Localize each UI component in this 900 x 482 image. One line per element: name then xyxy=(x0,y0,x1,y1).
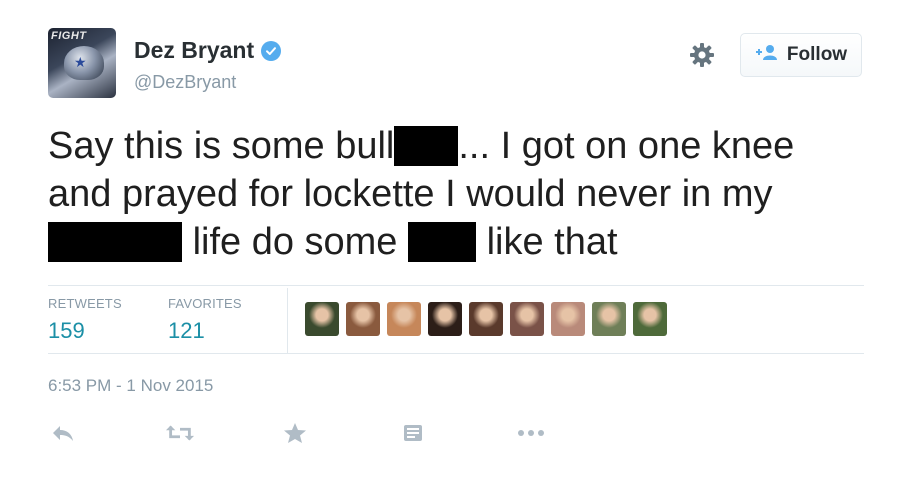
follow-button[interactable]: Follow xyxy=(740,33,862,77)
divider xyxy=(48,285,864,286)
stats-separator xyxy=(287,288,288,353)
favoriter-avatar[interactable] xyxy=(551,302,585,336)
favoriter-avatar[interactable] xyxy=(305,302,339,336)
redaction-bar xyxy=(408,222,477,262)
follow-label: Follow xyxy=(786,44,848,65)
favoriter-avatars xyxy=(305,302,667,336)
retweets-label: RETWEETS xyxy=(48,296,122,311)
user-handle[interactable]: @DezBryant xyxy=(134,72,236,93)
display-name[interactable]: Dez Bryant xyxy=(134,37,254,64)
favoriter-avatar[interactable] xyxy=(592,302,626,336)
display-name-row[interactable]: Dez Bryant xyxy=(134,37,282,64)
redaction-bar xyxy=(48,222,182,262)
favorite-icon[interactable] xyxy=(280,420,310,446)
tweet-text-segment: ... I got on one knee xyxy=(458,125,795,167)
reply-icon[interactable] xyxy=(48,420,78,446)
favoriter-avatar[interactable] xyxy=(387,302,421,336)
more-icon[interactable] xyxy=(516,420,546,446)
avatar[interactable]: FIGHT ★ xyxy=(48,28,116,98)
tweet-card: FIGHT ★ Dez Bryant @DezBryant Follow Say… xyxy=(0,0,900,482)
favoriter-avatar[interactable] xyxy=(346,302,380,336)
retweets-count[interactable]: 159 xyxy=(48,318,122,344)
favoriter-avatar[interactable] xyxy=(469,302,503,336)
retweet-icon[interactable] xyxy=(165,420,195,446)
tweet-text-segment: Say this is some bull xyxy=(48,125,395,167)
summary-icon[interactable] xyxy=(398,420,428,446)
verified-badge-icon xyxy=(261,40,282,61)
follow-person-icon xyxy=(755,44,779,66)
retweets-stat[interactable]: RETWEETS 159 xyxy=(48,296,122,344)
tweet-text: Say this is some bull ... I got on one kn… xyxy=(48,122,878,266)
divider xyxy=(48,353,864,354)
tweet-text-segment: and prayed for lockette I would never in… xyxy=(48,173,773,215)
favorites-stat[interactable]: FAVORITES 121 xyxy=(168,296,242,344)
avatar-text: FIGHT xyxy=(51,30,87,42)
tweet-text-segment: life do some xyxy=(192,221,398,263)
favorites-label: FAVORITES xyxy=(168,296,242,311)
favoriter-avatar[interactable] xyxy=(510,302,544,336)
tweet-text-segment: like that xyxy=(486,221,618,263)
favoriter-avatar[interactable] xyxy=(428,302,462,336)
redaction-bar xyxy=(394,126,459,166)
favoriter-avatar[interactable] xyxy=(633,302,667,336)
gear-icon[interactable] xyxy=(688,41,716,69)
timestamp[interactable]: 6:53 PM - 1 Nov 2015 xyxy=(48,376,213,396)
star-icon: ★ xyxy=(74,54,87,70)
favorites-count[interactable]: 121 xyxy=(168,318,242,344)
